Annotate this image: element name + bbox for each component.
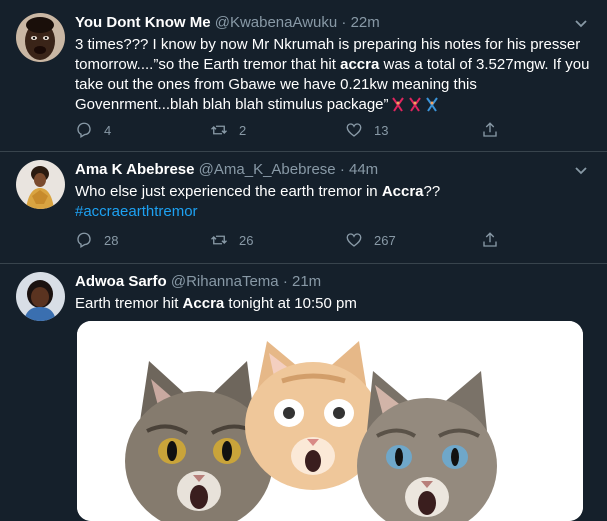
retweet-icon: [211, 125, 227, 135]
like-button[interactable]: 267: [345, 230, 396, 250]
share-button[interactable]: [481, 120, 499, 140]
reply-icon: [77, 232, 91, 248]
retweet-count: 26: [239, 232, 254, 248]
retweet-icon: [211, 235, 227, 245]
author-name[interactable]: Ama K Abebrese: [75, 161, 195, 178]
author-name[interactable]: You Dont Know Me: [75, 14, 211, 31]
share-icon: [483, 232, 497, 247]
surprised-cats-image: [77, 321, 583, 521]
avatar-image: [16, 160, 65, 209]
tweet[interactable]: You Dont Know Me @KwabenaAwuku · 22m 3 t…: [0, 0, 607, 152]
retweet-button[interactable]: 26: [210, 230, 253, 250]
tweet-text-highlight: Accra: [182, 295, 225, 312]
separator-dot: ·: [341, 14, 347, 31]
separator-dot: ·: [339, 161, 345, 178]
timestamp[interactable]: 44m: [349, 161, 378, 178]
caret-down-icon[interactable]: [571, 160, 591, 180]
avatar-image: [16, 13, 65, 62]
dancing-emoji-icon: [407, 96, 423, 112]
tweet-text-highlight: accra: [340, 56, 380, 73]
tweet-text-part: ??: [423, 183, 441, 200]
timestamp[interactable]: 21m: [292, 273, 321, 290]
like-count: 13: [374, 122, 389, 138]
retweet-button[interactable]: 2: [210, 120, 246, 140]
like-icon: [346, 123, 362, 137]
reply-count: 28: [104, 232, 119, 248]
like-count: 267: [374, 232, 396, 248]
tweet[interactable]: Ama K Abebrese @Ama_K_Abebrese · 44m Who…: [0, 152, 607, 264]
hashtag-link[interactable]: #accraearthtremor: [75, 203, 198, 220]
tweet-text: 3 times??? I know by now Mr Nkrumah is p…: [75, 35, 591, 115]
avatar-image: [16, 272, 65, 321]
caret-down-icon[interactable]: [571, 13, 591, 33]
dancing-emoji-icon: [424, 96, 440, 112]
author-handle[interactable]: @KwabenaAwuku: [215, 14, 338, 31]
tweet-text-part: tonight at 10:50 pm: [224, 295, 357, 312]
tweet-text-part: Earth tremor hit: [75, 295, 183, 312]
tweet-media-image[interactable]: [77, 321, 583, 521]
avatar[interactable]: [16, 272, 65, 321]
author-name[interactable]: Adwoa Sarfo: [75, 273, 167, 290]
share-button[interactable]: [481, 230, 499, 250]
avatar[interactable]: [16, 160, 65, 209]
tweet-actions: 4 2 13: [75, 120, 591, 140]
reply-count: 4: [104, 122, 112, 138]
reply-button[interactable]: 4: [75, 120, 111, 140]
avatar[interactable]: [16, 13, 65, 62]
author-handle[interactable]: @RihannaTema: [171, 273, 279, 290]
like-button[interactable]: 13: [345, 120, 388, 140]
reply-icon: [77, 122, 91, 138]
tweet-text-part: Who else just experienced the earth trem…: [75, 183, 382, 200]
author-handle[interactable]: @Ama_K_Abebrese: [199, 161, 336, 178]
separator-dot: ·: [282, 273, 288, 290]
tweet-text-highlight: Accra: [381, 183, 424, 200]
share-icon: [483, 122, 497, 137]
reply-button[interactable]: 28: [75, 230, 118, 250]
timestamp[interactable]: 22m: [351, 14, 380, 31]
tweet-actions: 28 26 267: [75, 230, 591, 250]
dancing-emoji-icon: [390, 96, 406, 112]
like-icon: [346, 233, 362, 247]
retweet-count: 2: [239, 122, 247, 138]
tweet-text: Earth tremor hit Accra tonight at 10:50 …: [75, 294, 591, 314]
tweet-text: Who else just experienced the earth trem…: [75, 182, 591, 222]
